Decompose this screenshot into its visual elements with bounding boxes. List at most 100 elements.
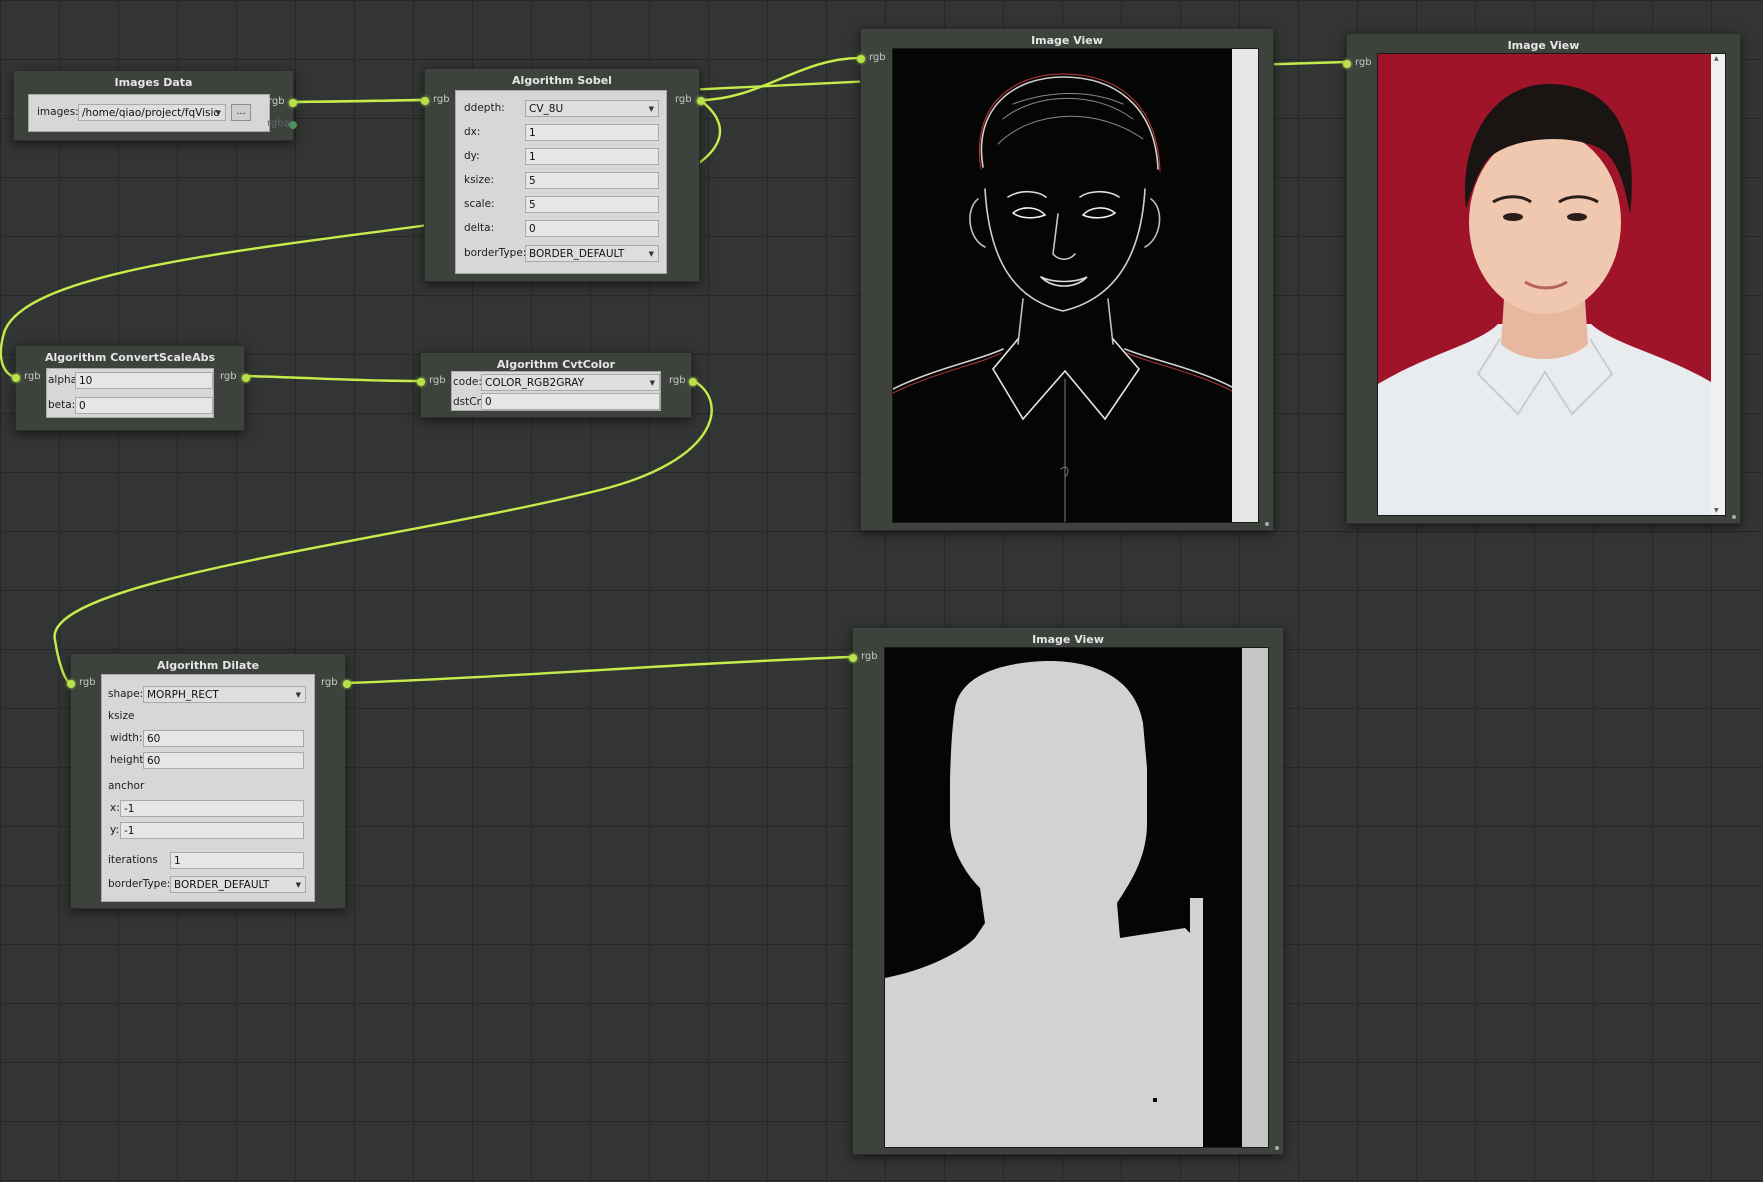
ddepth-label: ddepth: <box>464 102 505 114</box>
shape-select[interactable]: MORPH_RECT ▼ <box>143 686 306 703</box>
hair-texture <box>997 93 1144 145</box>
bordertype-label: borderType: <box>108 878 171 890</box>
height-input[interactable]: 60 <box>143 752 304 769</box>
image-view-dilate-node[interactable]: Image View rgb <box>849 627 1284 1155</box>
dx-input[interactable]: 1 <box>525 124 659 141</box>
resize-handle[interactable] <box>1732 515 1736 519</box>
out-rgb-port[interactable] <box>697 97 705 105</box>
chevron-down-icon: ▼ <box>215 109 221 117</box>
alpha-input[interactable]: 10 <box>75 372 213 389</box>
sobel-params-panel: ddepth: CV_8U ▼ dx: 1 dy: 1 ksize: 5 sca… <box>455 90 667 274</box>
original-image-scrollbar[interactable]: ▲ ▼ <box>1711 54 1725 515</box>
bordertype-select[interactable]: BORDER_DEFAULT ▼ <box>525 245 659 262</box>
delta-label: delta: <box>464 222 495 234</box>
cvtcolor-params-panel: code: COLOR_RGB2GRAY ▼ dstCn: 0 <box>451 371 661 411</box>
scroll-down-icon[interactable]: ▼ <box>1714 507 1719 514</box>
bordertype-select[interactable]: BORDER_DEFAULT ▼ <box>170 876 306 893</box>
out-rgb-port[interactable] <box>343 680 351 688</box>
anchor-y-input[interactable]: -1 <box>120 822 304 839</box>
hair-outline-red <box>979 73 1161 172</box>
nose <box>1052 213 1076 261</box>
browse-button[interactable]: ... <box>231 104 251 121</box>
out-rgb-label: rgb <box>268 96 285 107</box>
in-rgb-label: rgb <box>869 52 886 63</box>
scale-label: scale: <box>464 198 495 210</box>
bordertype-value: BORDER_DEFAULT <box>174 879 270 891</box>
in-rgb-label: rgb <box>79 677 96 688</box>
dilate-node[interactable]: Algorithm Dilate rgb rgb shape: MORPH_RE… <box>67 653 351 909</box>
sobel-image <box>892 48 1259 523</box>
scroll-up-icon[interactable]: ▲ <box>1714 55 1719 62</box>
images-path-combo[interactable]: /home/qiao/project/fqVisio ▼ <box>78 104 226 121</box>
eyes <box>1012 207 1117 219</box>
node-title: Algorithm Sobel <box>512 74 612 87</box>
chevron-down-icon: ▼ <box>648 105 654 113</box>
code-value: COLOR_RGB2GRAY <box>485 377 584 389</box>
eye-left <box>1503 213 1523 221</box>
in-rgb-label: rgb <box>1355 57 1372 68</box>
in-rgb-port[interactable] <box>849 654 857 662</box>
node-title: Image View <box>1032 633 1104 646</box>
out-rgb-label: rgb <box>675 94 692 105</box>
shape-value: MORPH_RECT <box>147 689 219 701</box>
image-view-sobel-node[interactable]: Image View rgb <box>857 28 1274 531</box>
dilate-image <box>884 647 1269 1148</box>
mouth <box>1040 276 1088 287</box>
bordertype-value: BORDER_DEFAULT <box>529 248 625 260</box>
in-rgb-port[interactable] <box>417 378 425 386</box>
scale-input[interactable]: 5 <box>525 196 659 213</box>
cvtcolor-node[interactable]: Algorithm CvtColor rgb rgb code: COLOR_R… <box>417 352 697 418</box>
code-label: code: <box>453 376 482 388</box>
out-rgba-port[interactable] <box>289 121 297 129</box>
images-data-node[interactable]: Images Data images: /home/qiao/project/f… <box>13 70 297 141</box>
ddepth-select[interactable]: CV_8U ▼ <box>525 100 659 117</box>
out-rgb-port[interactable] <box>689 378 697 386</box>
sobel-image-scrollbar[interactable] <box>1232 49 1258 522</box>
in-rgb-label: rgb <box>24 371 41 382</box>
image-view-original-node[interactable]: Image View rgb ▲ ▼ <box>1343 33 1741 524</box>
in-rgb-port[interactable] <box>421 97 429 105</box>
node-title: Algorithm ConvertScaleAbs <box>44 351 216 364</box>
out-rgba-label: rgba <box>267 118 290 129</box>
ksize-group-label: ksize <box>108 710 135 722</box>
in-rgb-port[interactable] <box>67 680 75 688</box>
node-title: Image View <box>1507 39 1580 52</box>
resize-handle[interactable] <box>1275 1146 1279 1150</box>
collar-left <box>992 338 1066 421</box>
in-rgb-port[interactable] <box>1343 60 1351 68</box>
ksize-input[interactable]: 5 <box>525 172 659 189</box>
convertscaleabs-node[interactable]: Algorithm ConvertScaleAbs rgb rgb alpha:… <box>12 345 250 431</box>
wire-sobel-to-sobel-view <box>698 56 862 102</box>
chevron-down-icon: ▼ <box>295 881 301 889</box>
width-input[interactable]: 60 <box>143 730 304 747</box>
resize-handle[interactable] <box>1265 522 1269 526</box>
wire-dilate-to-dilate-view <box>344 655 854 685</box>
in-rgb-port[interactable] <box>857 55 865 63</box>
wire-images-to-sobel <box>290 98 427 104</box>
node-title: Image View <box>1031 34 1103 47</box>
delta-input[interactable]: 0 <box>525 220 659 237</box>
anchor-x-label: x: <box>110 802 120 814</box>
beta-input[interactable]: 0 <box>75 397 213 414</box>
code-select[interactable]: COLOR_RGB2GRAY ▼ <box>481 374 660 391</box>
neck <box>1017 298 1114 345</box>
shoulders <box>893 348 1233 390</box>
chevron-down-icon: ▼ <box>649 379 655 387</box>
iterations-input[interactable]: 1 <box>170 852 304 869</box>
dilate-image-scrollbar[interactable] <box>1242 648 1268 1147</box>
dilate-params-panel: shape: MORPH_RECT ▼ ksize width: 60 heig… <box>101 674 315 902</box>
dy-input[interactable]: 1 <box>525 148 659 165</box>
anchor-x-input[interactable]: -1 <box>120 800 304 817</box>
ear-left <box>969 198 986 248</box>
ear-right <box>1144 198 1161 248</box>
out-rgb-label: rgb <box>321 677 338 688</box>
in-rgb-port[interactable] <box>12 374 20 382</box>
sobel-node[interactable]: Algorithm Sobel rgb rgb ddepth: CV_8U ▼ … <box>421 68 705 282</box>
ksize-label: ksize: <box>464 174 494 186</box>
dstcn-input[interactable]: 0 <box>481 393 660 410</box>
out-rgb-port[interactable] <box>289 99 297 107</box>
original-image: ▲ ▼ <box>1377 53 1726 516</box>
out-rgb-port[interactable] <box>242 374 250 382</box>
chevron-down-icon: ▼ <box>648 250 654 258</box>
speck <box>1153 1098 1157 1102</box>
